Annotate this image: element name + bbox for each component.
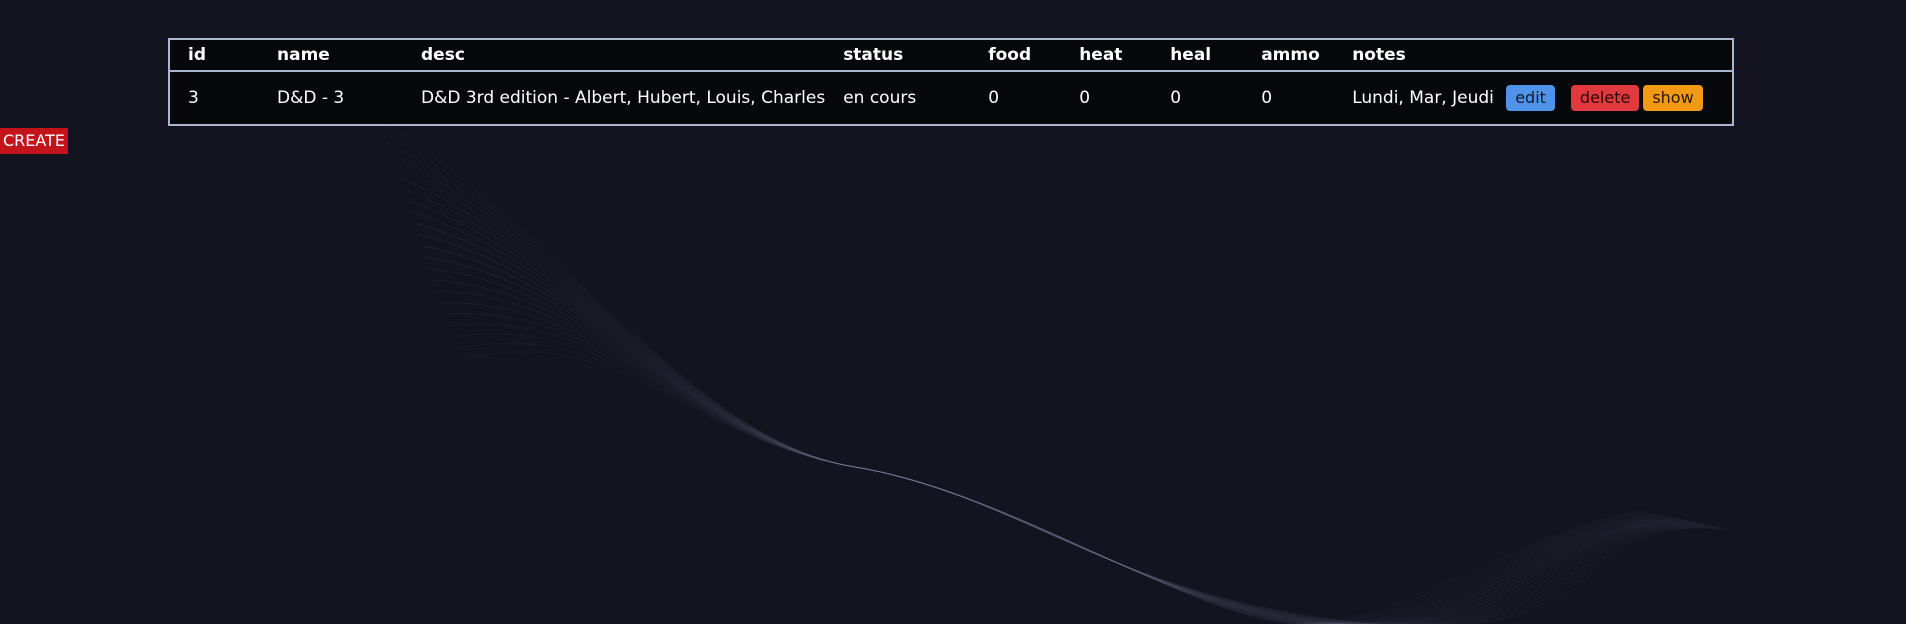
cell-actions: edit delete show: [1498, 71, 1732, 124]
edit-button[interactable]: edit: [1506, 85, 1555, 111]
background-wave-line: [395, 165, 1658, 624]
table-row: 3 D&D - 3 D&D 3rd edition - Albert, Hube…: [170, 71, 1732, 124]
header-ammo: ammo: [1261, 45, 1320, 65]
background-wave-line: [459, 351, 1731, 624]
background-wave-line: [398, 176, 1662, 624]
cell-notes: Lundi, Mar, Jeudi: [1352, 88, 1494, 108]
delete-button[interactable]: delete: [1570, 85, 1640, 111]
background-wave-line: [406, 199, 1671, 624]
background-wave-line: [437, 290, 1705, 624]
background-wave-line: [379, 119, 1641, 624]
cell-ammo: 0: [1261, 88, 1273, 108]
cell-food: 0: [988, 88, 1000, 108]
cell-id: 3: [188, 88, 199, 108]
create-button[interactable]: CREATE: [0, 128, 68, 154]
header-actions: [1498, 40, 1732, 71]
background-wave-line: [387, 142, 1649, 624]
cell-status: en cours: [843, 88, 917, 108]
background-wave-line: [452, 333, 1722, 624]
header-notes: notes: [1352, 45, 1406, 65]
records-table: id name desc status food heat heal ammo …: [170, 40, 1732, 124]
background-wave-line: [383, 130, 1645, 624]
header-id: id: [188, 45, 206, 65]
background-wave-line: [425, 256, 1692, 624]
background-wave-line: [402, 188, 1666, 624]
background-wave-line: [410, 210, 1675, 624]
header-status: status: [843, 45, 904, 65]
background-wave-line: [414, 222, 1679, 624]
background-wave-line: [456, 342, 1726, 624]
cell-heal: 0: [1170, 88, 1182, 108]
header-heal: heal: [1170, 45, 1212, 65]
header-desc: desc: [421, 45, 465, 65]
cell-name: D&D - 3: [277, 88, 345, 108]
header-heat: heat: [1079, 45, 1123, 65]
cell-heat: 0: [1079, 88, 1091, 108]
background-wave-line: [391, 153, 1653, 624]
header-food: food: [988, 45, 1032, 65]
show-button[interactable]: show: [1643, 85, 1703, 111]
records-table-container: id name desc status food heat heal ammo …: [168, 38, 1734, 126]
background-wave-line: [448, 323, 1718, 624]
header-name: name: [277, 45, 330, 65]
cell-desc: D&D 3rd edition - Albert, Hubert, Louis,…: [421, 88, 826, 108]
table-header-row: id name desc status food heat heal ammo …: [170, 40, 1732, 71]
